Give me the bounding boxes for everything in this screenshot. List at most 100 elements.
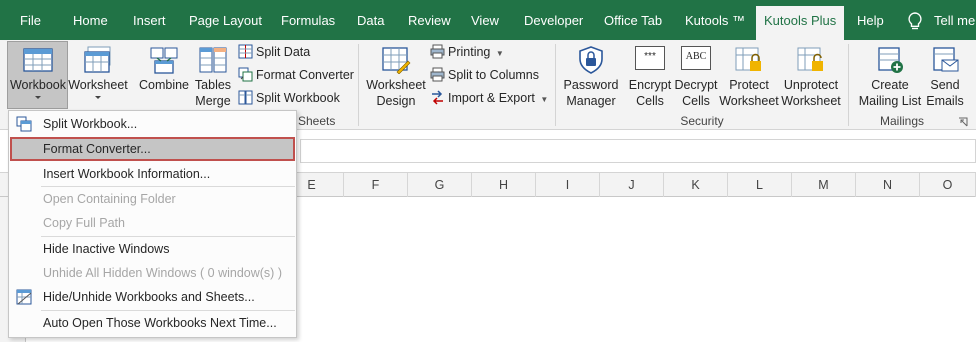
- split-to-columns-button[interactable]: Split to Columns: [430, 67, 540, 83]
- tab-file[interactable]: File: [20, 0, 41, 40]
- menu-item-label: Open Containing Folder: [43, 192, 176, 206]
- group-label-mailings: Mailings: [879, 114, 924, 128]
- menu-item-open-containing-folder: Open Containing Folder: [10, 187, 295, 211]
- combine-icon: [150, 47, 178, 74]
- ribbon-separator: [848, 44, 849, 126]
- split-to-columns-label: Split to Columns: [448, 68, 540, 82]
- group-label-sheets: Sheets: [298, 114, 336, 128]
- tab-kutools-plus[interactable]: Kutools Plus: [756, 6, 845, 40]
- column-header[interactable]: O: [920, 173, 976, 197]
- import-export-icon: [432, 90, 443, 105]
- decrypt-icon-text: ABC: [685, 51, 707, 62]
- split-workbook-icon: [16, 116, 32, 132]
- decrypt-cells-line2: Cells: [682, 94, 710, 108]
- tab-help[interactable]: Help: [857, 0, 884, 40]
- worksheet-design-line1: Worksheet: [366, 78, 426, 92]
- printer-icon: [430, 44, 445, 59]
- dialog-launcher-icon[interactable]: [958, 117, 968, 127]
- menu-item-label: Format Converter...: [43, 142, 151, 156]
- merge-label: Merge: [195, 94, 231, 108]
- password-manager-line2: Manager: [566, 94, 616, 108]
- tables-merge-button[interactable]: Tables Merge: [192, 46, 234, 109]
- tab-view[interactable]: View: [471, 0, 499, 40]
- printing-label: Printing: [448, 45, 491, 59]
- format-converter-button[interactable]: Format Converter: [238, 67, 354, 83]
- menu-item-insert-workbook-information[interactable]: Insert Workbook Information...: [10, 162, 295, 186]
- format-converter-label: Format Converter: [256, 68, 354, 82]
- worksheet-design-icon: [382, 47, 411, 74]
- ribbon-separator: [358, 44, 359, 126]
- column-header[interactable]: M: [792, 173, 856, 197]
- protect-worksheet-button[interactable]: Protect Worksheet: [718, 46, 780, 109]
- split-data-label: Split Data: [256, 45, 311, 59]
- column-header[interactable]: L: [728, 173, 792, 197]
- tab-developer[interactable]: Developer: [524, 0, 583, 40]
- menu-item-hide-inactive-windows[interactable]: Hide Inactive Windows: [10, 237, 295, 261]
- create-mailing-list-line2: Mailing List: [858, 94, 922, 108]
- tab-data[interactable]: Data: [357, 0, 384, 40]
- hide-unhide-sheets-icon: [16, 289, 32, 305]
- column-header[interactable]: N: [856, 173, 920, 197]
- worksheet-label: Worksheet: [68, 78, 128, 92]
- tab-formulas[interactable]: Formulas: [281, 0, 335, 40]
- import-export-label: Import & Export: [448, 91, 535, 105]
- menu-item-label: Unhide All Hidden Windows ( 0 window(s) …: [43, 266, 282, 280]
- column-header[interactable]: H: [472, 173, 536, 197]
- split-columns-icon: [430, 67, 445, 82]
- send-emails-line2: Emails: [926, 94, 964, 108]
- formula-input[interactable]: [300, 139, 976, 163]
- menu-item-auto-open-workbooks[interactable]: Auto Open Those Workbooks Next Time...: [10, 311, 295, 335]
- combine-label: Combine: [138, 78, 190, 92]
- column-header[interactable]: I: [536, 173, 600, 197]
- encrypt-icon: ***: [635, 46, 665, 70]
- shield-lock-icon: [579, 46, 603, 74]
- tell-me-search[interactable]: Tell me: [934, 0, 975, 40]
- menu-item-format-converter[interactable]: Format Converter...: [10, 137, 295, 161]
- combine-button[interactable]: Combine: [136, 46, 192, 93]
- printing-button[interactable]: Printing ▼: [430, 44, 504, 62]
- menu-item-copy-full-path: Copy Full Path: [10, 211, 295, 235]
- menu-item-label: Split Workbook...: [43, 117, 138, 131]
- encrypt-icon-text: ***: [644, 51, 656, 62]
- create-mailing-list-button[interactable]: Create Mailing List: [854, 46, 926, 109]
- split-data-button[interactable]: Split Data: [238, 44, 311, 60]
- password-manager-button[interactable]: Password Manager: [561, 46, 621, 109]
- column-header[interactable]: K: [664, 173, 728, 197]
- caret-down-icon: ▼: [540, 95, 549, 104]
- tab-review[interactable]: Review: [408, 0, 451, 40]
- send-emails-button[interactable]: Send Emails: [924, 46, 966, 109]
- split-workbook-button[interactable]: Split Workbook: [238, 90, 340, 106]
- column-header[interactable]: J: [600, 173, 664, 197]
- tab-insert[interactable]: Insert: [133, 0, 166, 40]
- tab-office-tab[interactable]: Office Tab: [604, 0, 662, 40]
- menu-item-hide-unhide-workbooks-sheets[interactable]: Hide/Unhide Workbooks and Sheets...: [10, 285, 295, 309]
- tables-label: Tables: [194, 78, 232, 92]
- worksheet-button[interactable]: Worksheet: [68, 46, 128, 101]
- tab-kutools[interactable]: Kutools ™: [685, 0, 745, 40]
- encrypt-cells-button[interactable]: *** Encrypt Cells: [624, 46, 676, 109]
- tab-page-layout[interactable]: Page Layout: [189, 0, 262, 40]
- lightbulb-icon: [908, 12, 922, 30]
- decrypt-cells-button[interactable]: ABC Decrypt Cells: [672, 46, 720, 109]
- send-email-icon: [933, 47, 959, 72]
- menu-item-label: Insert Workbook Information...: [43, 167, 211, 181]
- split-workbook-icon: [238, 90, 253, 105]
- column-header[interactable]: G: [408, 173, 472, 197]
- protect-lock-icon: [735, 47, 761, 71]
- ribbon-separator: [555, 44, 556, 126]
- unlock-icon: [797, 47, 823, 71]
- chevron-down-icon: [95, 96, 101, 99]
- column-header[interactable]: F: [344, 173, 408, 197]
- unprotect-worksheet-line2: Worksheet: [781, 94, 841, 108]
- encrypt-cells-line2: Cells: [636, 94, 664, 108]
- workbook-button[interactable]: Workbook: [8, 46, 68, 101]
- worksheet-design-button[interactable]: Worksheet Design: [364, 46, 428, 109]
- password-manager-line1: Password: [563, 78, 619, 92]
- import-export-button[interactable]: Import & Export ▼: [432, 90, 549, 108]
- tab-home[interactable]: Home: [73, 0, 108, 40]
- send-emails-line1: Send: [930, 78, 960, 92]
- menu-item-split-workbook[interactable]: Split Workbook...: [10, 112, 295, 136]
- format-converter-icon: [238, 67, 253, 82]
- unprotect-worksheet-button[interactable]: Unprotect Worksheet: [780, 46, 842, 109]
- split-data-icon: [238, 44, 253, 59]
